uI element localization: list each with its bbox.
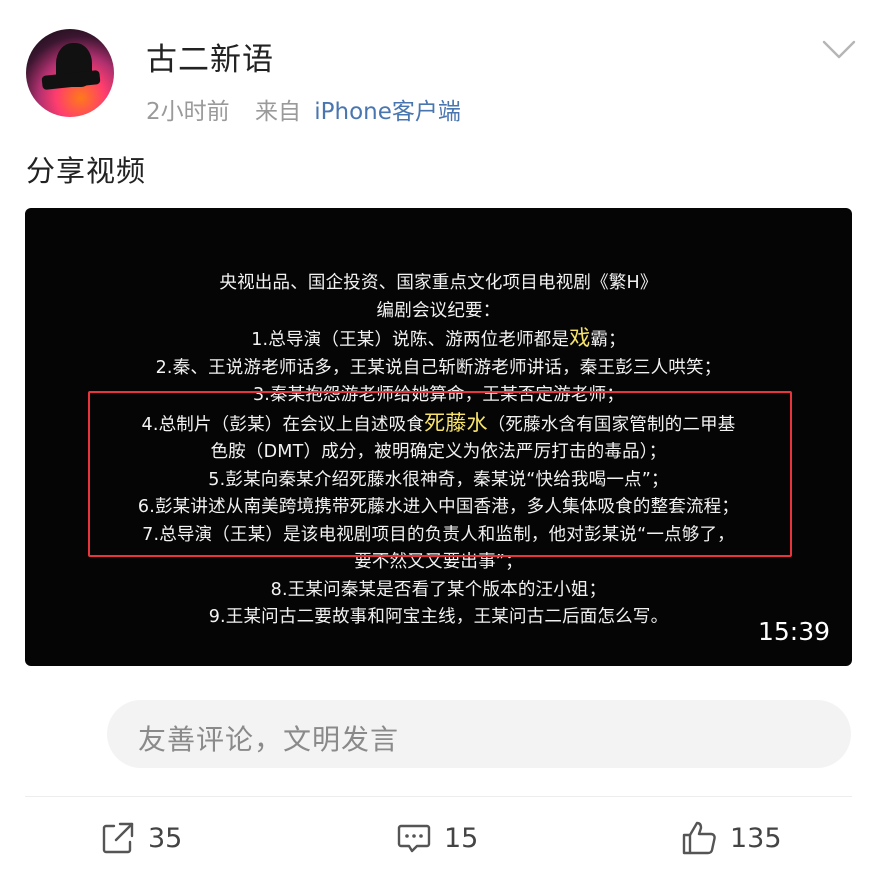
video-line-8: 8.王某问秦某是否看了某个版本的汪小姐； bbox=[270, 579, 607, 600]
video-line-1: 1.总导演（王某）说陈、游两位老师都是戏霸； bbox=[25, 325, 852, 355]
post-meta: 2小时前 来自 iPhone客户端 bbox=[146, 92, 461, 126]
divider bbox=[25, 796, 852, 797]
share-icon bbox=[100, 820, 136, 856]
like-count: 135 bbox=[730, 822, 782, 854]
video-duration: 15:39 bbox=[757, 617, 830, 646]
comment-placeholder: 友善评论，文明发言 bbox=[138, 723, 400, 756]
comment-button[interactable]: 15 bbox=[396, 816, 478, 860]
video-line-1-tail: 霸； bbox=[590, 330, 626, 350]
video-line-2: 2.秦、王说游老师话多，王某说自己斩断游老师讲话，秦王彭三人哄笑； bbox=[155, 357, 722, 378]
share-count: 35 bbox=[148, 822, 183, 854]
video-line-subtitle: 编剧会议纪要： bbox=[376, 300, 501, 321]
avatar-figure-arm bbox=[41, 70, 101, 90]
video-line-title: 央视出品、国企投资、国家重点文化项目电视剧《繁H》 bbox=[219, 273, 658, 293]
comment-input[interactable]: 友善评论，文明发言 bbox=[107, 700, 851, 768]
video-line-9: 9.王某问古二要故事和阿宝主线，王某问古二后面怎么写。 bbox=[208, 607, 669, 627]
annotation-highlight-box bbox=[88, 391, 792, 557]
comment-icon bbox=[396, 820, 432, 856]
video-line-1-highlight: 戏 bbox=[569, 326, 591, 350]
source-device[interactable]: iPhone客户端 bbox=[314, 99, 461, 125]
post-time: 2小时前 bbox=[146, 99, 230, 125]
thumbs-up-icon bbox=[680, 819, 718, 857]
post-text: 分享视频 bbox=[26, 154, 147, 188]
chevron-down-icon[interactable] bbox=[822, 38, 856, 62]
post-header: 古二新语 2小时前 来自 iPhone客户端 bbox=[0, 0, 890, 140]
like-button[interactable]: 135 bbox=[680, 816, 782, 860]
avatar[interactable] bbox=[26, 29, 114, 117]
comment-count: 15 bbox=[444, 822, 479, 854]
username[interactable]: 古二新语 bbox=[146, 34, 274, 79]
share-button[interactable]: 35 bbox=[100, 816, 182, 860]
video-line-1-text: 1.总导演（王某）说陈、游两位老师都是 bbox=[251, 330, 570, 350]
source-prefix: 来自 bbox=[254, 99, 301, 125]
